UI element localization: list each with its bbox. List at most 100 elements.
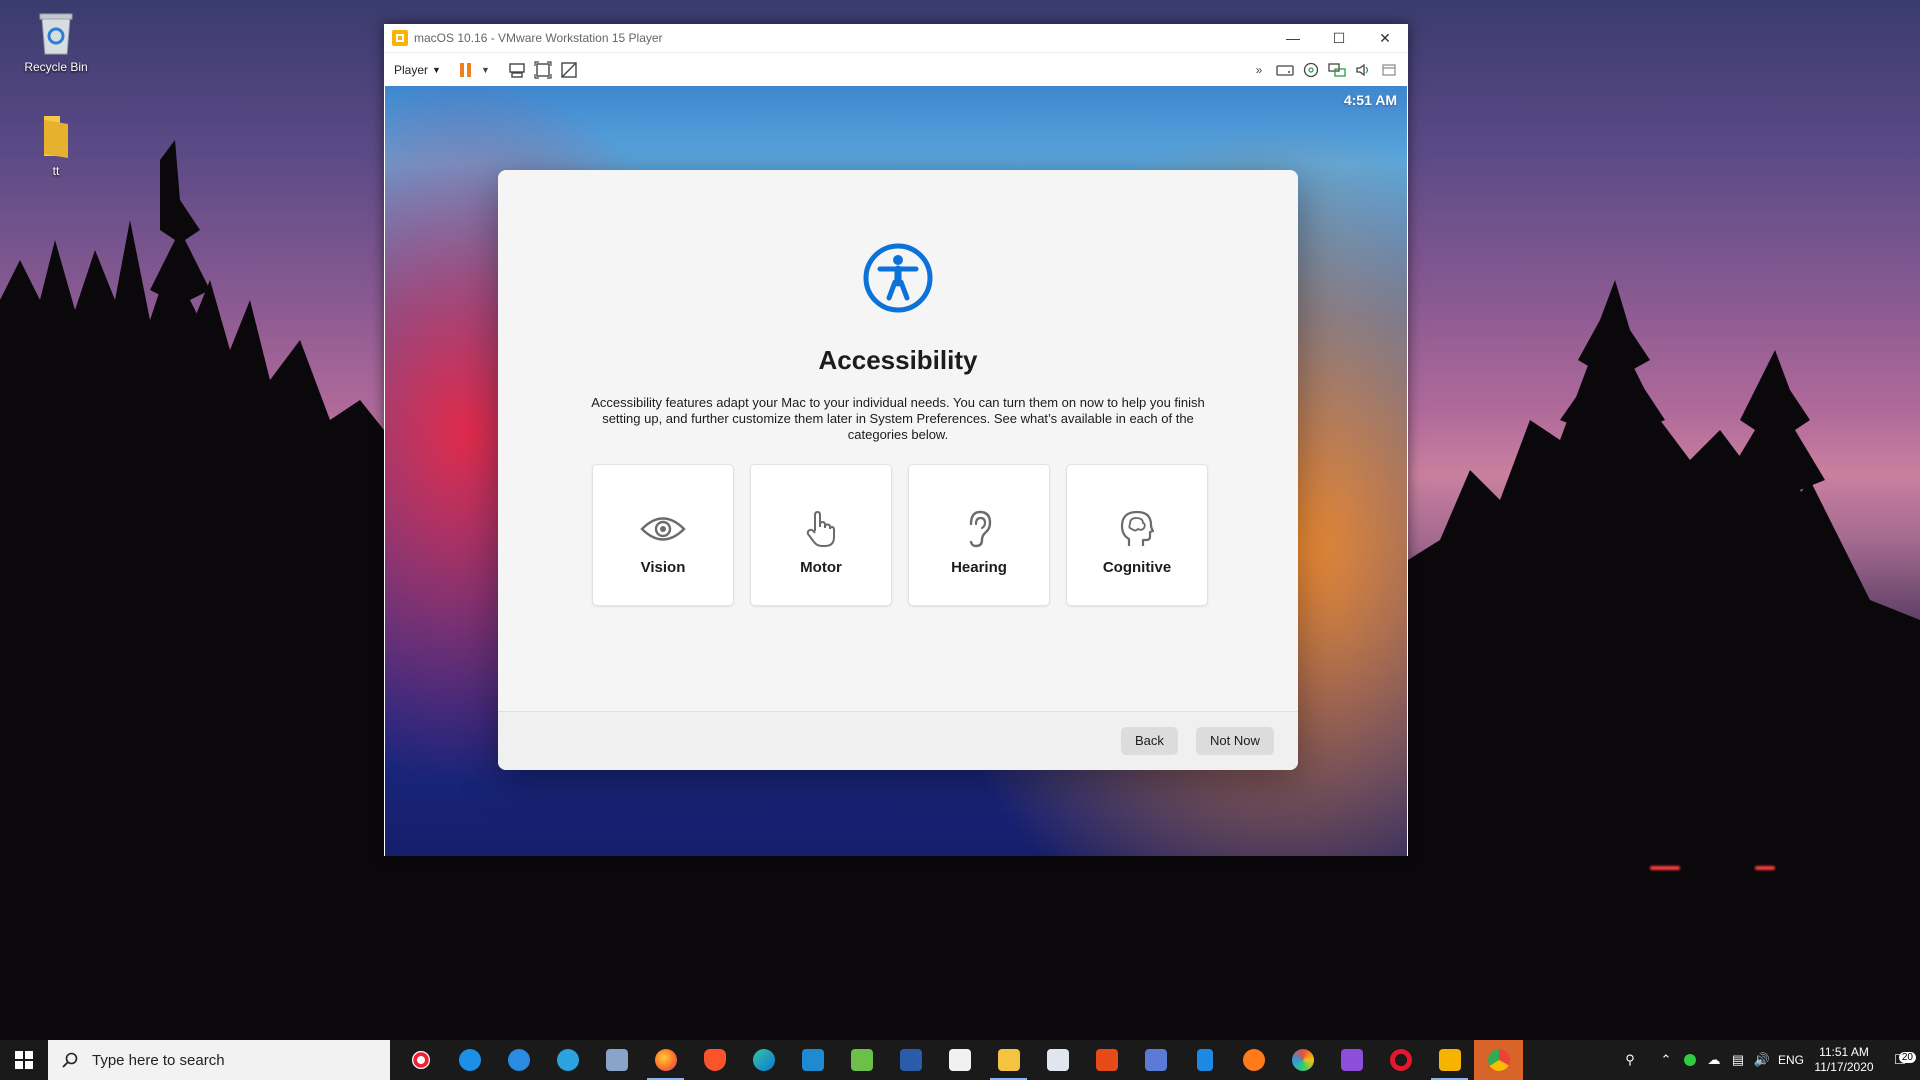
network-adapter-device[interactable] <box>1328 61 1346 79</box>
edge-icon <box>752 1049 775 1071</box>
taskbar-app-16[interactable] <box>1131 1040 1180 1080</box>
taskbar-app-powershell[interactable] <box>886 1040 935 1080</box>
taskbar-app-office[interactable] <box>1082 1040 1131 1080</box>
taskbar-app-19[interactable] <box>1278 1040 1327 1080</box>
app-headphones-icon <box>1242 1049 1265 1071</box>
maximize-button[interactable]: ☐ <box>1316 24 1362 52</box>
vmware-icon <box>1438 1049 1461 1071</box>
fullscreen-button[interactable] <box>534 61 552 79</box>
recycle-bin-icon <box>34 8 78 56</box>
maximize-icon: ☐ <box>1332 29 1346 46</box>
folder-icon <box>997 1049 1020 1071</box>
category-label: Hearing <box>951 559 1007 576</box>
onedrive-icon[interactable]: ☁ <box>1702 1052 1726 1068</box>
pause-icon <box>459 63 471 77</box>
category-card-vision[interactable]: Vision <box>592 464 734 606</box>
start-button[interactable] <box>0 1040 48 1080</box>
taskbar-app-3[interactable] <box>494 1040 543 1080</box>
more-devices-button[interactable]: » <box>1250 61 1268 79</box>
taskbar-app-firefox[interactable] <box>641 1040 690 1080</box>
taskbar-app-2[interactable] <box>445 1040 494 1080</box>
speaker-icon <box>1356 63 1369 77</box>
action-center-button[interactable]: □ 20 <box>1880 1051 1920 1069</box>
taskbar-app-visual-studio[interactable] <box>1327 1040 1376 1080</box>
ear-icon <box>964 499 994 559</box>
vmware-window: macOS 10.16 - VMware Workstation 15 Play… <box>384 24 1408 856</box>
taskbar-app-store[interactable] <box>935 1040 984 1080</box>
notification-count: 20 <box>1898 1052 1916 1063</box>
sound-card-device[interactable] <box>1354 61 1372 79</box>
category-card-motor[interactable]: Motor <box>750 464 892 606</box>
office-icon <box>1095 1049 1118 1071</box>
taskbar-app-5[interactable] <box>592 1040 641 1080</box>
system-tray: ⚲ ⌃ ☁ ▤ 🔊 ENG 11:51 AM 11/17/2020 □ 20 <box>1618 1040 1920 1080</box>
taskbar-app-vscode[interactable] <box>788 1040 837 1080</box>
dialog-title: Accessibility <box>818 345 978 375</box>
cd-dvd-device[interactable] <box>1302 61 1320 79</box>
taskbar-search-box[interactable]: Type here to search <box>48 1040 390 1080</box>
hard-disk-device[interactable] <box>1276 61 1294 79</box>
opera-icon <box>1389 1049 1412 1071</box>
desktop-icon-folder[interactable]: tt <box>16 112 96 178</box>
windows-logo-icon <box>15 1051 33 1069</box>
back-button[interactable]: Back <box>1121 727 1178 755</box>
guest-display[interactable]: 4:51 AM Accessibility Accessibility feat… <box>385 86 1407 856</box>
minimize-button[interactable]: — <box>1270 24 1316 52</box>
close-button[interactable]: ✕ <box>1362 24 1408 52</box>
macos-clock: 4:51 AM <box>1343 92 1397 108</box>
vscode-icon <box>801 1049 824 1071</box>
telegram-icon <box>556 1049 579 1071</box>
minimize-icon: — <box>1286 30 1300 46</box>
keyboard-icon <box>509 63 525 78</box>
chevron-down-icon[interactable]: ▼ <box>481 65 490 75</box>
chrome-icon <box>1487 1049 1510 1071</box>
visual-studio-icon <box>1340 1049 1363 1071</box>
taskbar-app-notepad[interactable] <box>837 1040 886 1080</box>
taskbar-app-telegram[interactable] <box>543 1040 592 1080</box>
player-menu-label: Player <box>394 63 429 77</box>
taskbar-clock[interactable]: 11:51 AM 11/17/2020 <box>1808 1045 1880 1075</box>
taskbar-app-file-explorer[interactable] <box>984 1040 1033 1080</box>
player-menu-button[interactable]: Player ▼ <box>394 63 441 77</box>
pause-button[interactable]: ▼ <box>459 62 490 78</box>
search-icon <box>48 1052 92 1068</box>
app-network-icon <box>1144 1049 1167 1071</box>
taskbar-app-edge[interactable] <box>739 1040 788 1080</box>
search-placeholder: Type here to search <box>92 1051 225 1069</box>
unity-mode-button[interactable] <box>560 61 578 79</box>
taskbar-app-chrome[interactable] <box>1474 1040 1523 1080</box>
category-cards: Vision Motor Hearing Cognitive <box>592 464 1208 606</box>
volume-icon[interactable]: 🔊 <box>1750 1052 1774 1068</box>
send-ctrl-alt-del-button[interactable] <box>508 61 526 79</box>
chevron-up-icon[interactable]: ⌃ <box>1654 1052 1678 1068</box>
windows-taskbar: Type here to search ⚲ ⌃ ☁ ▤ 🔊 ENG 11:51 … <box>0 1040 1920 1080</box>
taskbar-app-1[interactable] <box>396 1040 445 1080</box>
category-label: Vision <box>640 559 686 576</box>
taskbar-app-opera[interactable] <box>1376 1040 1425 1080</box>
taskbar-app-vmware[interactable] <box>1425 1040 1474 1080</box>
app-colorwheel-icon <box>1291 1049 1314 1071</box>
not-now-button[interactable]: Not Now <box>1196 727 1274 755</box>
people-icon[interactable]: ⚲ <box>1618 1052 1642 1068</box>
clock-time: 11:51 AM <box>1819 1045 1869 1059</box>
message-log-button[interactable] <box>1380 61 1398 79</box>
fullscreen-icon <box>534 61 552 79</box>
taskbar-app-18[interactable] <box>1229 1040 1278 1080</box>
language-indicator[interactable]: ENG <box>1774 1053 1808 1067</box>
security-check-icon[interactable] <box>1678 1054 1702 1066</box>
category-card-hearing[interactable]: Hearing <box>908 464 1050 606</box>
powershell-icon <box>899 1049 922 1071</box>
window-titlebar[interactable]: macOS 10.16 - VMware Workstation 15 Play… <box>384 24 1408 53</box>
taskbar-app-virtualbox[interactable] <box>1033 1040 1082 1080</box>
taskbar-app-brave[interactable] <box>690 1040 739 1080</box>
desktop-icon-recycle-bin[interactable]: Recycle Bin <box>16 8 96 74</box>
vmware-app-icon <box>392 30 408 46</box>
brave-icon <box>703 1049 726 1071</box>
taskbar-app-17[interactable] <box>1180 1040 1229 1080</box>
clock-date: 11/17/2020 <box>1814 1060 1874 1074</box>
network-icon[interactable]: ▤ <box>1726 1052 1750 1068</box>
cube-icon <box>1046 1049 1069 1071</box>
folder-icon <box>34 112 78 160</box>
category-card-cognitive[interactable]: Cognitive <box>1066 464 1208 606</box>
app-power-icon <box>458 1049 481 1071</box>
